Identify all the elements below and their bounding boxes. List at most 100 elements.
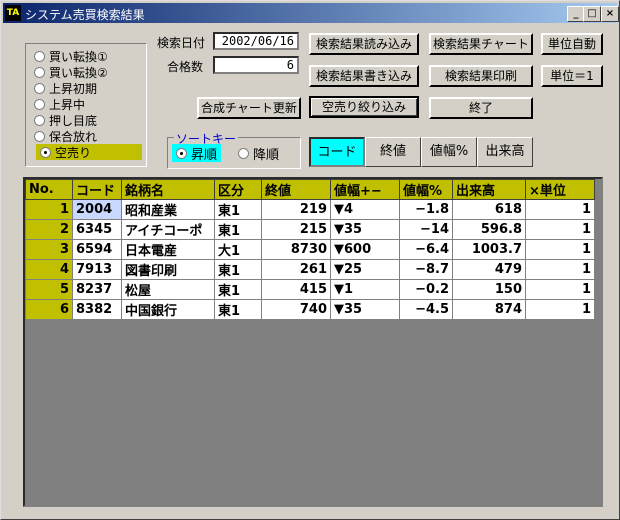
cell-name[interactable]: 図書印刷	[121, 259, 215, 280]
cell-close[interactable]: 415	[261, 279, 331, 300]
radio-strategy-3[interactable]: 上昇初期	[34, 80, 97, 96]
cell-no[interactable]: 4	[25, 259, 73, 280]
combined-chart-button[interactable]: 合成チャート更新	[197, 97, 301, 119]
radio-dot[interactable]	[238, 147, 249, 159]
print-results-button[interactable]: 検索結果印刷	[429, 65, 533, 87]
cell-unit[interactable]: 1	[525, 279, 595, 300]
cell-market[interactable]: 東1	[214, 219, 262, 240]
sort-key-close-button[interactable]: 終値	[365, 137, 421, 167]
title-bar[interactable]: TA システム売買検索結果 _ □ ×	[3, 3, 619, 23]
col-header-change-pct[interactable]: 値幅%	[399, 179, 453, 200]
cell-code[interactable]: 6594	[72, 239, 122, 260]
cell-code[interactable]: 8382	[72, 299, 122, 320]
sort-key-change-pct-button[interactable]: 値幅%	[421, 137, 477, 167]
table-row[interactable]: 5 8237 松屋 東1 415 ▼1 −0.2 150 1	[25, 279, 595, 300]
table-row[interactable]: 6 8382 中国銀行 東1 740 ▼35 −4.5 874 1	[25, 299, 595, 320]
cell-change-pct[interactable]: −0.2	[399, 279, 453, 300]
auto-unit-button[interactable]: 単位自動	[541, 33, 603, 55]
cell-name[interactable]: 中国銀行	[121, 299, 215, 320]
radio-dot[interactable]	[34, 98, 45, 110]
cell-close[interactable]: 215	[261, 219, 331, 240]
cell-name[interactable]: アイチコーポ	[121, 219, 215, 240]
table-row[interactable]: 1 2004 昭和産業 東1 219 ▼4 −1.8 618 1	[25, 199, 595, 220]
sort-key-volume-button[interactable]: 出来高	[477, 137, 533, 167]
cell-volume[interactable]: 874	[452, 299, 526, 320]
sort-ascending-radio[interactable]: 昇順	[172, 144, 222, 163]
col-header-code[interactable]: コード	[72, 179, 122, 200]
search-date-field[interactable]: 2002/06/16	[213, 32, 299, 50]
radio-dot[interactable]	[40, 146, 51, 158]
col-header-close[interactable]: 終値	[261, 179, 331, 200]
radio-dot[interactable]	[34, 114, 45, 126]
cell-close[interactable]: 219	[261, 199, 331, 220]
pass-count-field[interactable]: 6	[213, 56, 299, 74]
unit-one-button[interactable]: 単位＝1	[541, 65, 603, 87]
col-header-unit[interactable]: ×単位	[525, 179, 595, 200]
cell-change[interactable]: ▼4	[330, 199, 400, 220]
cell-close[interactable]: 740	[261, 299, 331, 320]
radio-dot[interactable]	[34, 50, 45, 62]
cell-no[interactable]: 1	[25, 199, 73, 220]
cell-volume[interactable]: 618	[452, 199, 526, 220]
radio-strategy-4[interactable]: 上昇中	[34, 96, 85, 112]
cell-no[interactable]: 2	[25, 219, 73, 240]
cell-no[interactable]: 6	[25, 299, 73, 320]
table-row[interactable]: 2 6345 アイチコーポ 東1 215 ▼35 −14 596.8 1	[25, 219, 595, 240]
cell-unit[interactable]: 1	[525, 299, 595, 320]
cell-change[interactable]: ▼35	[330, 219, 400, 240]
radio-dot[interactable]	[34, 66, 45, 78]
cell-no[interactable]: 5	[25, 279, 73, 300]
load-results-button[interactable]: 検索結果読み込み	[309, 33, 419, 55]
cell-change[interactable]: ▼1	[330, 279, 400, 300]
cell-unit[interactable]: 1	[525, 199, 595, 220]
cell-code[interactable]: 7913	[72, 259, 122, 280]
filter-short-button[interactable]: 空売り絞り込み	[309, 96, 419, 118]
maximize-button[interactable]: □	[583, 6, 601, 22]
cell-unit[interactable]: 1	[525, 239, 595, 260]
radio-strategy-7[interactable]: 空売り	[36, 144, 142, 160]
cell-code[interactable]: 2004	[72, 199, 122, 220]
cell-market[interactable]: 東1	[214, 279, 262, 300]
cell-market[interactable]: 東1	[214, 299, 262, 320]
cell-change-pct[interactable]: −14	[399, 219, 453, 240]
radio-dot[interactable]	[176, 147, 187, 159]
radio-strategy-5[interactable]: 押し目底	[34, 112, 97, 128]
cell-market[interactable]: 東1	[214, 199, 262, 220]
radio-strategy-2[interactable]: 買い転換②	[34, 64, 108, 80]
cell-volume[interactable]: 479	[452, 259, 526, 280]
cell-change[interactable]: ▼35	[330, 299, 400, 320]
results-chart-button[interactable]: 検索結果チャート	[429, 33, 533, 55]
cell-change[interactable]: ▼600	[330, 239, 400, 260]
cell-close[interactable]: 8730	[261, 239, 331, 260]
cell-market[interactable]: 大1	[214, 239, 262, 260]
table-row[interactable]: 4 7913 図書印刷 東1 261 ▼25 −8.7 479 1	[25, 259, 595, 280]
cell-change-pct[interactable]: −4.5	[399, 299, 453, 320]
col-header-volume[interactable]: 出来高	[452, 179, 526, 200]
cell-close[interactable]: 261	[261, 259, 331, 280]
radio-dot[interactable]	[34, 82, 45, 94]
close-button[interactable]: ×	[601, 6, 619, 22]
exit-button[interactable]: 終了	[429, 97, 533, 119]
results-grid[interactable]: No. コード 銘柄名 区分 終値 値幅+− 値幅% 出来高 ×単位 1 200…	[23, 177, 603, 507]
cell-volume[interactable]: 150	[452, 279, 526, 300]
col-header-change[interactable]: 値幅+−	[330, 179, 400, 200]
radio-strategy-6[interactable]: 保合放れ	[34, 128, 97, 144]
radio-dot[interactable]	[34, 130, 45, 142]
cell-code[interactable]: 6345	[72, 219, 122, 240]
cell-change[interactable]: ▼25	[330, 259, 400, 280]
col-header-no[interactable]: No.	[25, 179, 73, 200]
cell-unit[interactable]: 1	[525, 259, 595, 280]
cell-change-pct[interactable]: −1.8	[399, 199, 453, 220]
col-header-name[interactable]: 銘柄名	[121, 179, 215, 200]
table-row[interactable]: 3 6594 日本電産 大1 8730 ▼600 −6.4 1003.7 1	[25, 239, 595, 260]
cell-name[interactable]: 昭和産業	[121, 199, 215, 220]
cell-change-pct[interactable]: −6.4	[399, 239, 453, 260]
cell-code[interactable]: 8237	[72, 279, 122, 300]
cell-unit[interactable]: 1	[525, 219, 595, 240]
cell-volume[interactable]: 1003.7	[452, 239, 526, 260]
radio-strategy-1[interactable]: 買い転換①	[34, 48, 108, 64]
cell-no[interactable]: 3	[25, 239, 73, 260]
app-icon[interactable]: TA	[5, 5, 21, 21]
cell-name[interactable]: 松屋	[121, 279, 215, 300]
sort-key-code-button[interactable]: コード	[309, 137, 365, 167]
